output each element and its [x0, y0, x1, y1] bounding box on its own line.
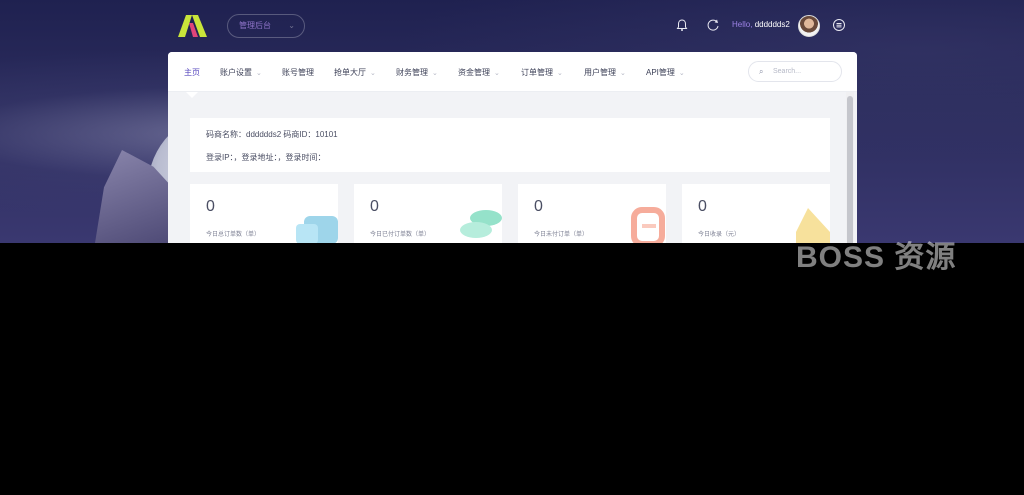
brand-logo-icon[interactable] [178, 15, 208, 37]
menu-icon[interactable] [832, 18, 846, 32]
document-icon [631, 207, 665, 243]
watermark-text: BOSS 资源 [796, 241, 957, 274]
nav-item-order-hall[interactable]: 抢单大厅 ⌄ [334, 67, 376, 78]
nav-item-orders[interactable]: 订单管理 ⌄ [521, 67, 563, 78]
search-input[interactable]: ⌕ Search... [748, 61, 842, 82]
workspace-dropdown[interactable]: 管理后台 ⌄ [227, 14, 305, 38]
stat-card-unpaid-orders: 0 今日未付订单（单） [518, 184, 666, 243]
scrollbar-thumb[interactable] [847, 96, 853, 243]
nav-item-account-settings[interactable]: 账户设置 ⌄ [220, 67, 262, 78]
stat-label: 今日收录（元） [698, 232, 741, 238]
bell-icon[interactable] [675, 18, 689, 32]
scrollbar[interactable] [846, 92, 854, 243]
chevron-down-icon: ⌄ [432, 70, 438, 77]
stat-card-total-orders: 0 今日总订单数（单） [190, 184, 338, 243]
active-nav-pointer [186, 92, 198, 98]
stat-label: 今日总订单数（单） [206, 232, 261, 238]
nav-item-finance[interactable]: 财务管理 ⌄ [396, 67, 438, 78]
merchant-info-card: 码商名称：dddddds2 码商ID：10101 登录IP：，登录地址：，登录时… [190, 118, 830, 172]
refresh-icon[interactable] [706, 18, 720, 32]
chevron-down-icon: ⌄ [620, 70, 626, 77]
stat-value: 0 [534, 198, 543, 215]
blank-area [0, 243, 1024, 495]
nav-item-account-management[interactable]: 账号管理 [282, 67, 314, 78]
stat-label: 今日未付订单（单） [534, 232, 589, 238]
cloud-icon [296, 216, 338, 243]
chevron-down-icon: ⌄ [678, 70, 685, 77]
coins-icon [460, 210, 502, 238]
workspace-label: 管理后台 [239, 21, 271, 30]
stat-label: 今日已付订单数（单） [370, 232, 431, 238]
chevron-down-icon: ⌄ [288, 21, 295, 30]
merchant-name-id: 码商名称：dddddds2 码商ID：10101 [206, 130, 338, 139]
stat-value: 0 [370, 198, 379, 215]
top-nav: 主页 账户设置 ⌄ 账号管理 抢单大厅 ⌄ 财务管理 ⌄ 资金管理 ⌄ 订单管理 ⌄ 用户… [168, 52, 857, 92]
nav-item-funds[interactable]: 资金管理 ⌄ [458, 67, 500, 78]
search-placeholder: Search... [773, 68, 802, 75]
hello-prefix: Hello, [732, 20, 753, 29]
chevron-down-icon: ⌄ [557, 70, 563, 77]
stat-value: 0 [698, 198, 707, 215]
user-greeting: Hello, dddddds2 [732, 20, 790, 29]
avatar[interactable] [798, 15, 820, 37]
stat-value: 0 [206, 198, 215, 215]
search-icon: ⌕ [759, 67, 764, 76]
username: dddddds2 [754, 20, 790, 29]
chevron-down-icon: ⌄ [494, 70, 500, 77]
chevron-down-icon: ⌄ [370, 70, 376, 77]
nav-item-api[interactable]: API管理 ⌄ [646, 67, 685, 78]
chevron-down-icon: ⌄ [256, 70, 262, 77]
login-info: 登录IP：，登录地址：，登录时间： [206, 153, 326, 162]
main-panel: 主页 账户设置 ⌄ 账号管理 抢单大厅 ⌄ 财务管理 ⌄ 资金管理 ⌄ 订单管理 ⌄ 用户… [168, 52, 857, 243]
nav-item-home[interactable]: 主页 [184, 67, 200, 78]
stat-card-paid-orders: 0 今日已付订单数（单） [354, 184, 502, 243]
nav-item-users[interactable]: 用户管理 ⌄ [584, 67, 626, 78]
